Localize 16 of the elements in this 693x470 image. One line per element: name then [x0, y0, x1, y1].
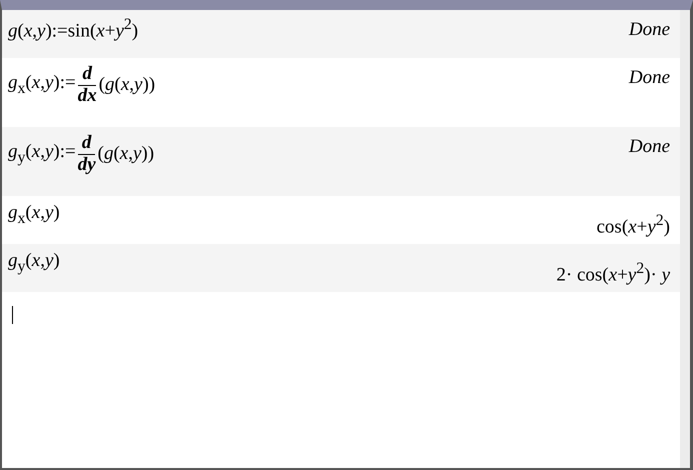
result-expression: cos(x+y$^{2}$) [596, 212, 670, 238]
math-expression: (g(x,y)) [98, 74, 156, 96]
result-message: Done [628, 135, 670, 158]
derivative-fraction: d dy [78, 133, 96, 176]
result-expression: 2· cos(x+y$^{2}$)· y [556, 260, 670, 286]
result-message: Done [628, 18, 670, 41]
math-expression: g(x,y):=sin(x+y$^{2}$) [8, 16, 138, 42]
math-expression: g$_{x}$(x,y) [8, 202, 60, 228]
result-message: Done [628, 66, 670, 89]
text-cursor [12, 306, 13, 324]
scrollbar-track[interactable] [680, 10, 690, 468]
math-expression: (g(x,y)) [98, 143, 154, 166]
derivative-fraction: d dx [78, 64, 97, 107]
math-expression: g$_{y}$(x,y) [8, 250, 60, 276]
math-expression: g$_{x}$(x,y):= [8, 72, 76, 98]
math-expression: g$_{y}$(x,y):= [8, 141, 76, 168]
